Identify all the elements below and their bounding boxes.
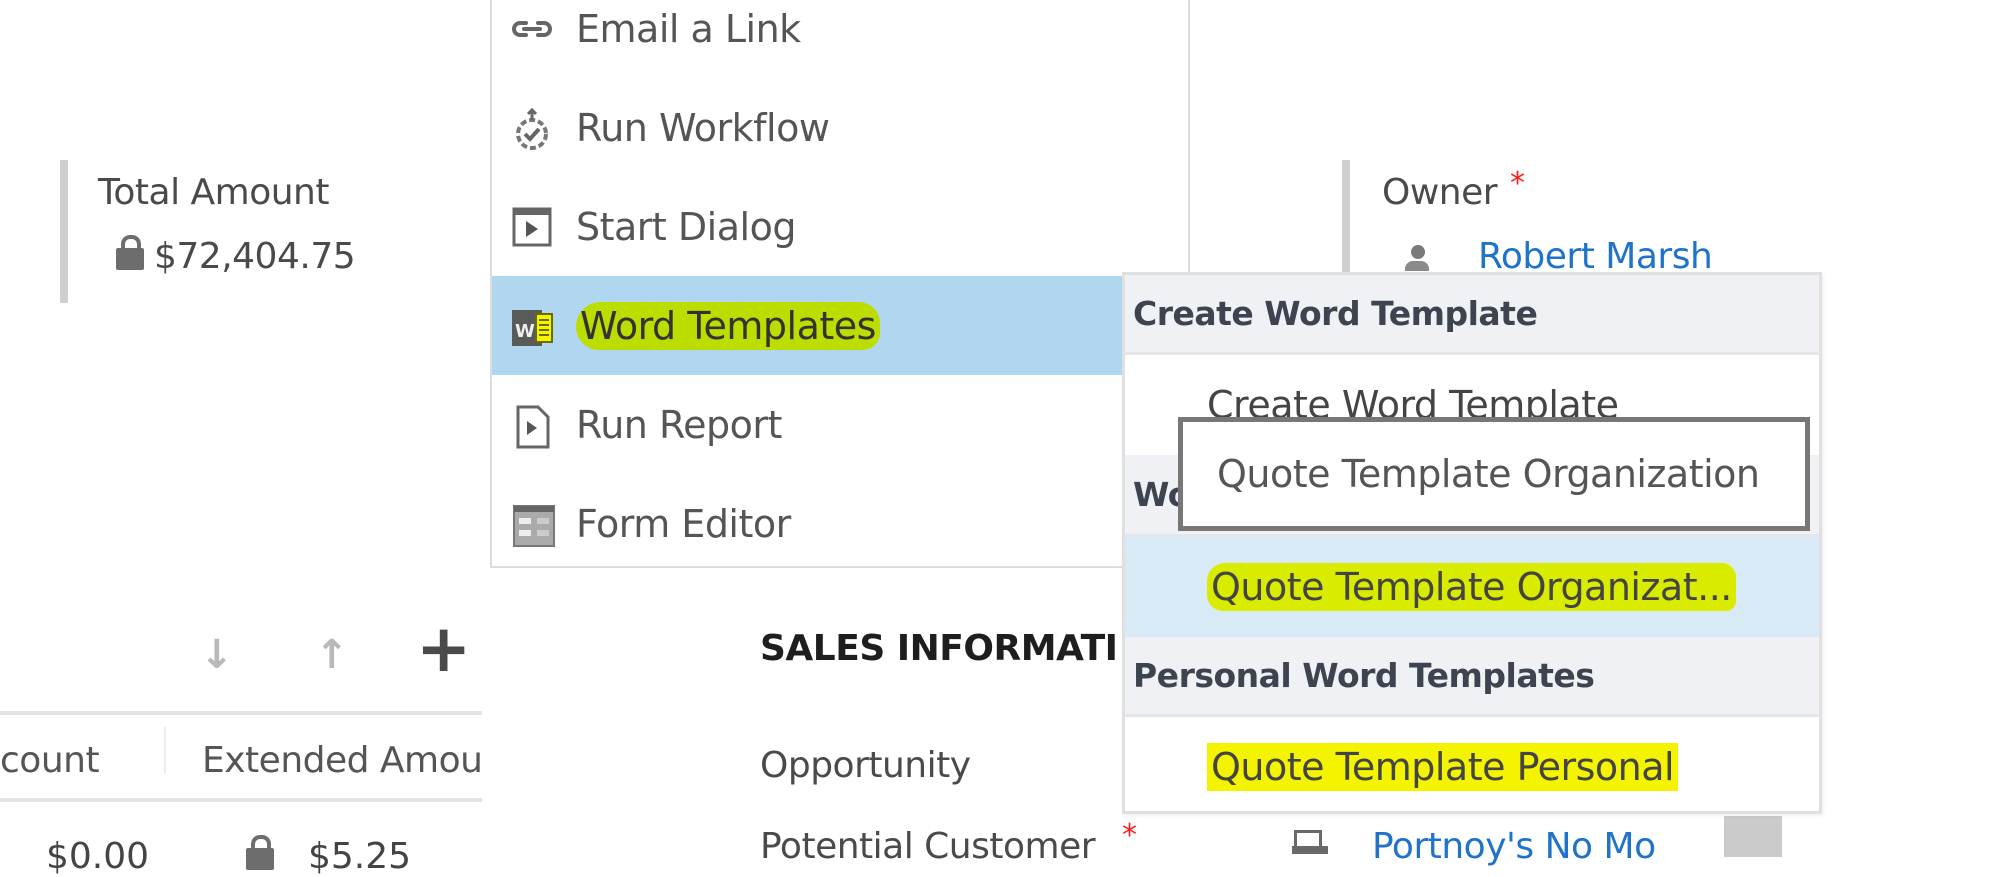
menu-item-run-workflow[interactable]: Run Workflow (492, 78, 1188, 177)
grid-col-extended-amount[interactable]: Extended Amou (202, 740, 483, 781)
total-amount-bar (60, 160, 68, 303)
submenu-section-header: Create Word Template (1125, 275, 1819, 355)
workflow-icon (512, 107, 552, 150)
menu-item-form-editor[interactable]: Form Editor (492, 474, 1188, 573)
owner-label: Owner (1382, 172, 1498, 213)
owner-required-marker: * (1510, 166, 1525, 201)
menu-item-start-dialog[interactable]: Start Dialog (492, 177, 1188, 276)
grid-col-discount[interactable]: count (0, 740, 100, 781)
potential-customer-link[interactable]: Portnoy's No Mo (1372, 826, 1656, 867)
move-down-button[interactable]: ↓ (200, 632, 234, 678)
lock-icon (246, 835, 274, 870)
move-up-button[interactable]: ↑ (315, 632, 349, 678)
potential-customer-required-marker: * (1122, 818, 1137, 853)
account-icon (1292, 828, 1328, 856)
submenu-section-header: Personal Word Templates (1125, 637, 1819, 717)
menu-label: Email a Link (576, 6, 801, 51)
field-scroll-block (1724, 816, 1782, 857)
menu-label: Form Editor (576, 501, 791, 546)
grid-col-separator (164, 727, 166, 773)
report-icon (512, 405, 552, 448)
user-icon (1405, 245, 1429, 275)
grid-header-bottom-line (0, 798, 482, 802)
menu-item-email-link[interactable]: Email a Link (492, 0, 1188, 78)
menu-label: Run Report (576, 402, 782, 447)
owner-link[interactable]: Robert Marsh (1478, 236, 1713, 277)
word-templates-submenu: Create Word Template Create Word Templat… (1122, 272, 1822, 814)
command-dropdown-menu: Email a Link Run Workflow Start Dialog W… (490, 0, 1190, 568)
submenu-item-quote-template-organization[interactable]: Quote Template Organizat... (1125, 537, 1819, 637)
link-icon (512, 9, 552, 49)
menu-label: Run Workflow (576, 105, 830, 150)
word-icon: W (512, 306, 553, 346)
menu-label: Start Dialog (576, 204, 796, 249)
menu-item-word-templates[interactable]: W Word Templates (492, 276, 1124, 375)
opportunity-label: Opportunity (760, 745, 971, 786)
menu-label: Word Templates (576, 301, 880, 350)
owner-bar (1342, 160, 1350, 280)
grid-header-top-line (0, 711, 482, 715)
dialog-icon (512, 207, 552, 247)
form-editor-icon (512, 504, 555, 547)
potential-customer-label: Potential Customer (760, 826, 1096, 867)
sales-information-title: SALES INFORMATI (760, 628, 1118, 669)
menu-item-run-report[interactable]: Run Report (492, 375, 1188, 474)
item-tooltip: Quote Template Organization (1178, 417, 1810, 531)
tooltip-text: Quote Template Organization (1217, 452, 1760, 496)
lock-icon (116, 235, 144, 270)
total-amount-label: Total Amount (98, 172, 330, 213)
add-product-button[interactable]: + (416, 616, 471, 682)
total-amount-value: $72,404.75 (154, 236, 356, 277)
svg-text:W: W (515, 321, 535, 342)
submenu-item-quote-template-personal[interactable]: Quote Template Personal (1125, 717, 1819, 817)
